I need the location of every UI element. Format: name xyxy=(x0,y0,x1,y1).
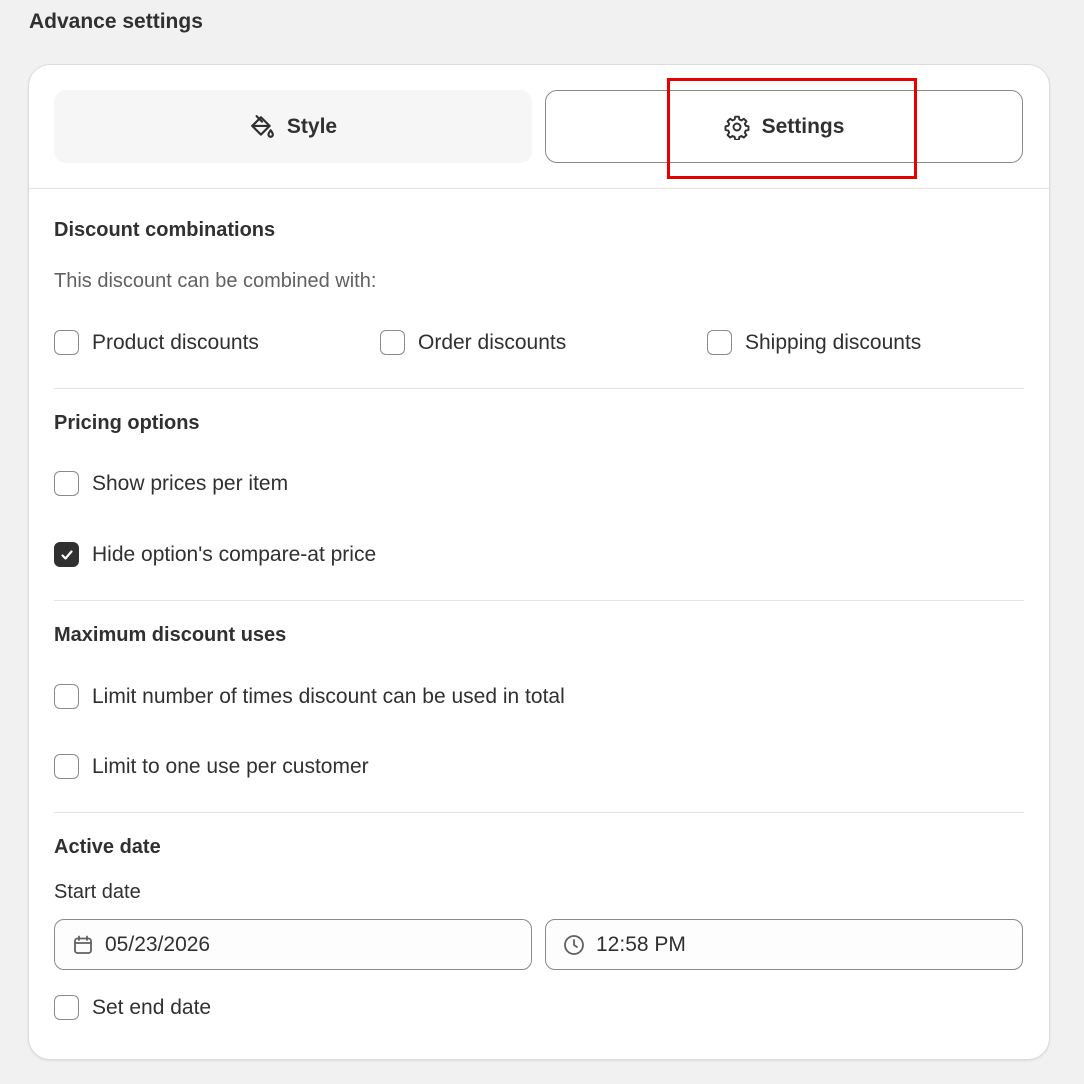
gear-icon xyxy=(724,114,750,140)
checkbox-shipping-discounts[interactable]: Shipping discounts xyxy=(707,330,921,355)
checkbox-set-end-date[interactable]: Set end date xyxy=(54,995,211,1020)
paint-bucket-icon xyxy=(249,114,275,140)
page-title: Advance settings xyxy=(29,10,203,33)
checkbox-box[interactable] xyxy=(707,330,732,355)
advanced-settings-card: Style Settings Discount combinations Thi… xyxy=(28,64,1050,1060)
tab-style-label: Style xyxy=(286,114,338,138)
clock-icon xyxy=(562,933,586,957)
checkbox-show-prices-per-item[interactable]: Show prices per item xyxy=(54,471,288,496)
checkbox-label: Product discounts xyxy=(92,330,259,354)
active-date-title: Active date xyxy=(54,836,161,858)
checkbox-label: Shipping discounts xyxy=(745,330,922,354)
checkbox-product-discounts[interactable]: Product discounts xyxy=(54,330,259,355)
pricing-options-title: Pricing options xyxy=(54,412,200,434)
tab-settings-label: Settings xyxy=(761,114,845,138)
start-date-value: 05/23/2026 xyxy=(105,932,211,956)
checkbox-label: Limit number of times discount can be us… xyxy=(92,684,565,708)
start-date-input[interactable]: 05/23/2026 xyxy=(54,919,532,970)
calendar-icon xyxy=(71,933,95,957)
checkmark-icon xyxy=(60,549,73,560)
discount-combinations-description: This discount can be combined with: xyxy=(54,270,377,292)
checkbox-box[interactable] xyxy=(54,995,79,1020)
checkbox-box[interactable] xyxy=(380,330,405,355)
section-divider xyxy=(54,388,1024,389)
checkbox-label: Set end date xyxy=(92,995,212,1019)
tab-bar: Style Settings xyxy=(29,65,1049,189)
start-date-label: Start date xyxy=(54,881,141,903)
section-divider xyxy=(54,812,1024,813)
checkbox-box-checked[interactable] xyxy=(54,542,79,567)
section-divider xyxy=(54,600,1024,601)
checkbox-label: Show prices per item xyxy=(92,471,289,495)
start-time-value: 12:58 PM xyxy=(596,932,686,956)
checkbox-label: Limit to one use per customer xyxy=(92,754,369,778)
checkbox-label: Hide option's compare-at price xyxy=(92,542,377,566)
discount-combinations-title: Discount combinations xyxy=(54,219,276,241)
checkbox-order-discounts[interactable]: Order discounts xyxy=(380,330,566,355)
checkbox-box[interactable] xyxy=(54,684,79,709)
checkbox-box[interactable] xyxy=(54,471,79,496)
max-uses-title: Maximum discount uses xyxy=(54,624,287,646)
checkbox-limit-total-uses[interactable]: Limit number of times discount can be us… xyxy=(54,684,565,709)
checkbox-label: Order discounts xyxy=(418,330,567,354)
checkbox-hide-compare-at-price[interactable]: Hide option's compare-at price xyxy=(54,542,376,567)
checkbox-limit-one-per-customer[interactable]: Limit to one use per customer xyxy=(54,754,369,779)
checkbox-box[interactable] xyxy=(54,330,79,355)
tab-settings[interactable]: Settings xyxy=(545,90,1023,163)
tab-style[interactable]: Style xyxy=(54,90,532,163)
checkbox-box[interactable] xyxy=(54,754,79,779)
start-time-input[interactable]: 12:58 PM xyxy=(545,919,1023,970)
